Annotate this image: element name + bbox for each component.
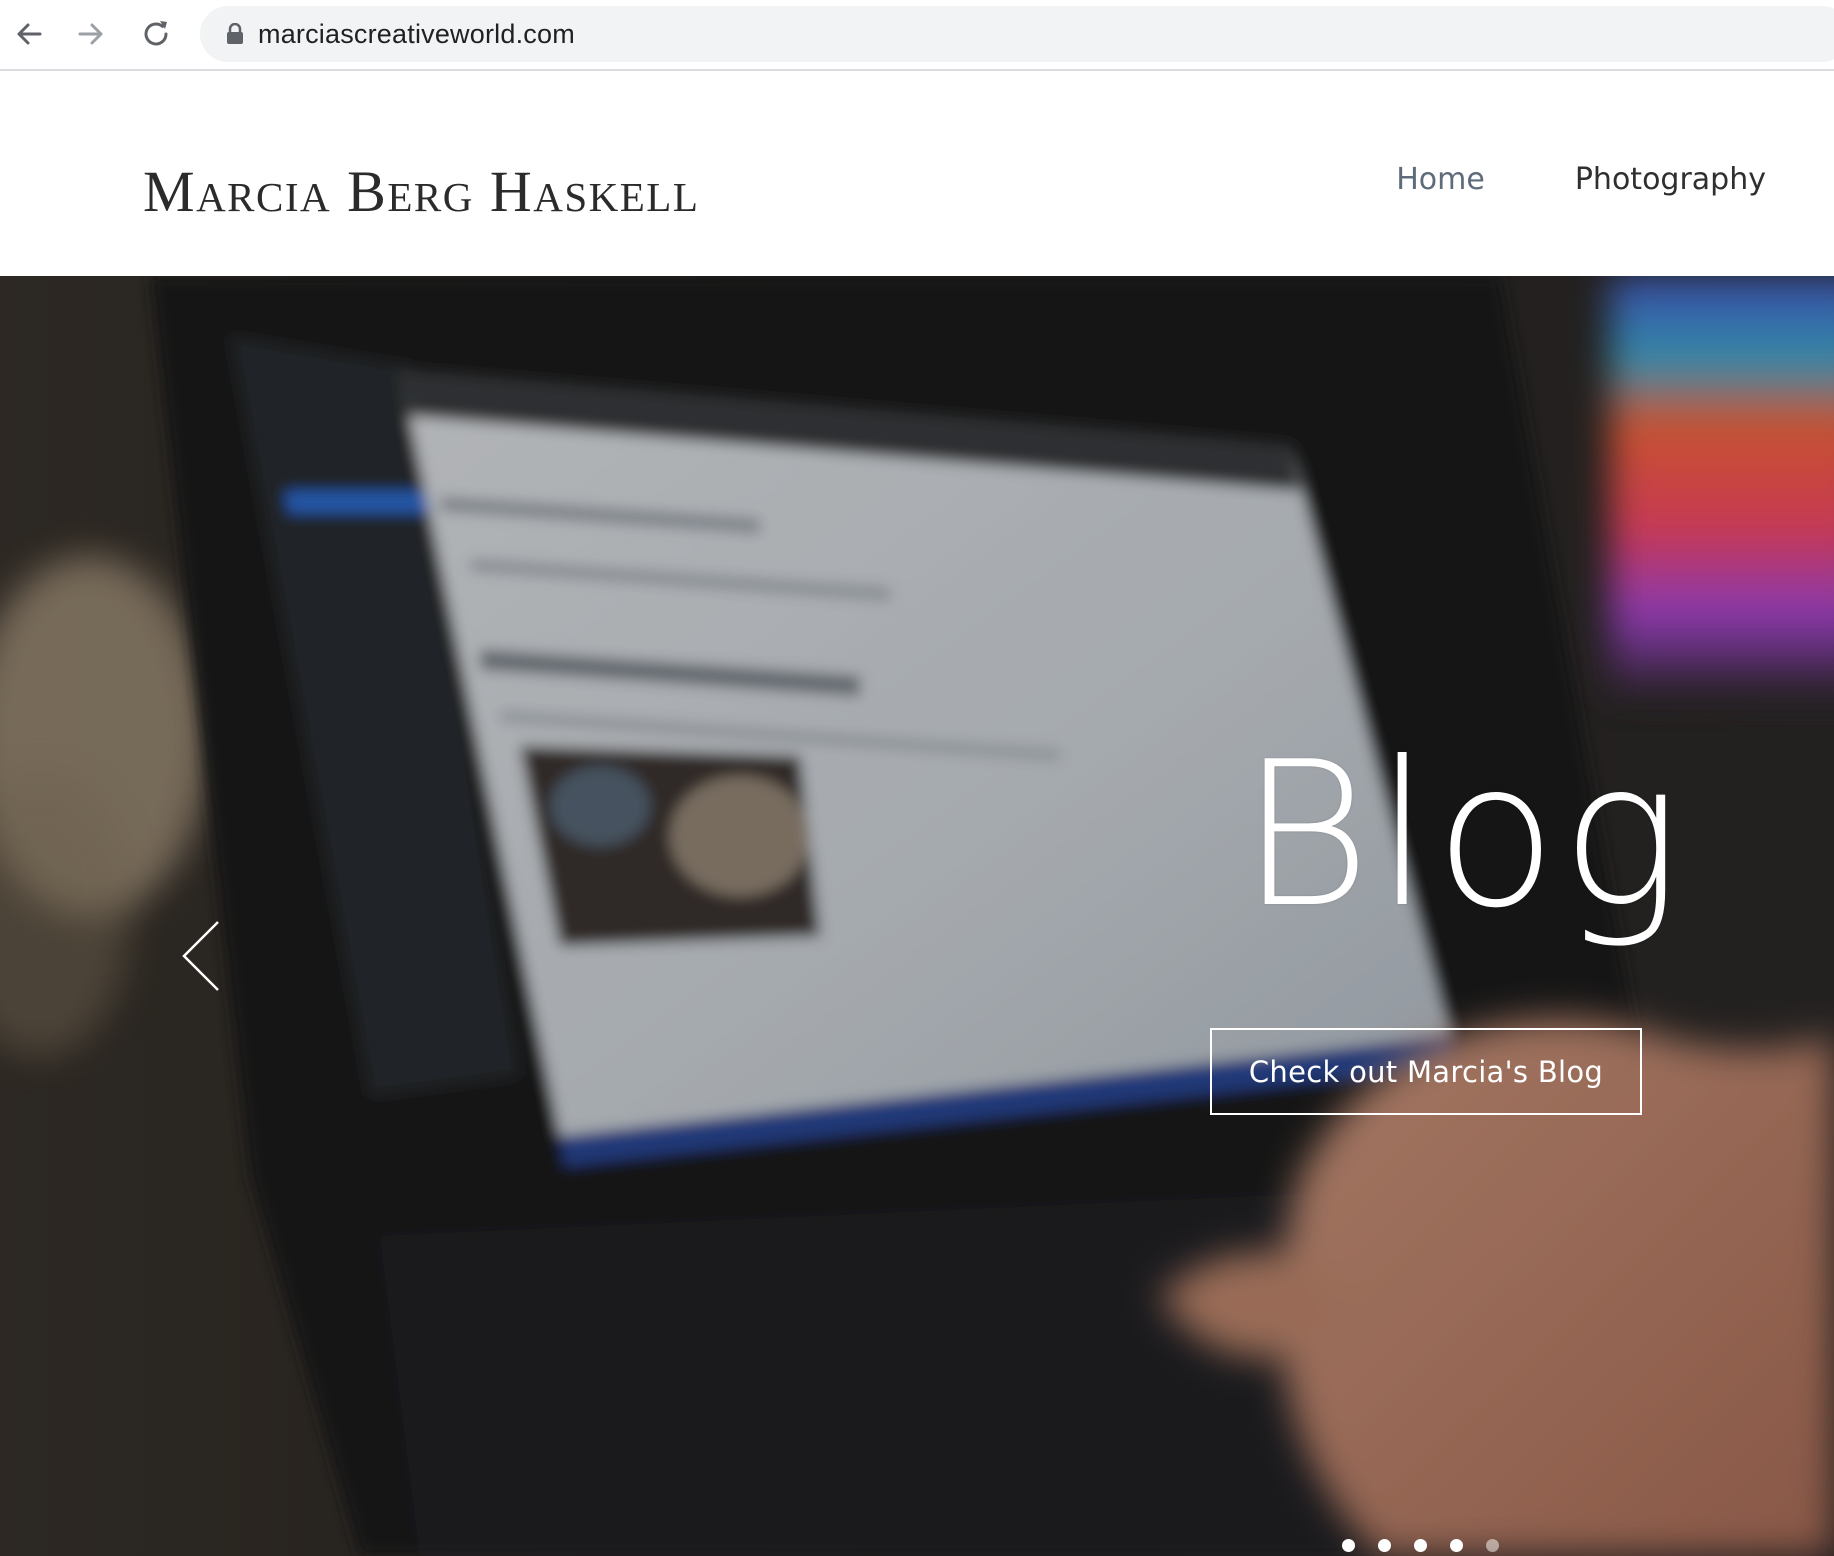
nav-link-photography[interactable]: Photography [1575,165,1766,195]
address-bar[interactable]: marciascreativeworld.com [200,6,1834,62]
slider-dot-2[interactable] [1378,1539,1391,1552]
lock-icon[interactable] [226,23,244,45]
slider-dot-1[interactable] [1342,1539,1355,1552]
reload-button[interactable] [133,11,179,57]
slider-pagination [1342,1539,1499,1552]
reload-icon [144,21,168,46]
site-logo[interactable]: Marcia Berg Haskell [143,163,699,221]
slider-dot-5[interactable] [1486,1539,1499,1552]
slider-dot-4[interactable] [1450,1539,1463,1552]
hero-slider: Blog Check out Marcia's Blog [0,276,1834,1556]
site-header: Marcia Berg Haskell Home Photography [0,73,1834,276]
slider-dot-3[interactable] [1414,1539,1427,1552]
hero-title: Blog [1240,719,1685,952]
forward-button[interactable] [68,11,114,57]
site-nav: Home Photography [1396,165,1766,195]
url-text[interactable]: marciascreativeworld.com [258,19,575,50]
browser-toolbar: marciascreativeworld.com [0,0,1834,71]
back-button[interactable] [6,11,52,57]
chevron-left-icon[interactable] [172,916,232,996]
blog-cta-button[interactable]: Check out Marcia's Blog [1210,1028,1642,1115]
nav-link-home[interactable]: Home [1396,165,1485,195]
arrow-left-icon [17,23,42,45]
arrow-right-icon [78,23,103,45]
